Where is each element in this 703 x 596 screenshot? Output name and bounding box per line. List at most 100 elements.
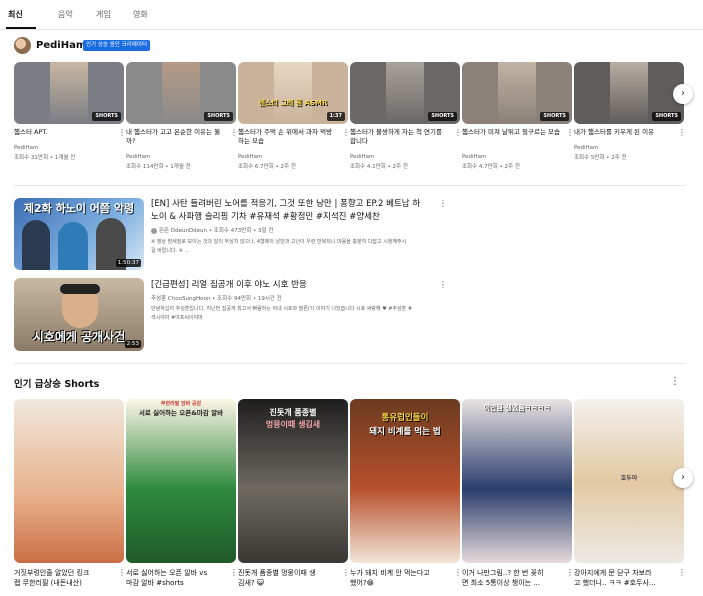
short-title[interactable]: 진돗개 품종별 멍뭉이때 생 김새? 😺	[238, 568, 338, 588]
short-meta: 조회수 114만회 • 1개월 전	[126, 164, 191, 170]
section-title: 인기 급상승 Shorts	[14, 379, 100, 390]
person-figure	[22, 220, 50, 270]
more-vert-icon[interactable]: ⋮	[230, 128, 238, 137]
short-channel[interactable]: PediHam	[462, 154, 486, 160]
thumbnail-overlay-text: 통유럽인들이	[381, 413, 429, 423]
shelf-next-button[interactable]: ›	[673, 84, 693, 104]
video-meta: 추성훈 ChooSungHoon • 조회수 94만회 • 19시간 전	[151, 296, 282, 302]
category-tabs: 최신 음악 게임 영화	[0, 0, 703, 30]
short-title[interactable]: 햄스터가 불쌍하게 자는 척 연기를 합니다	[350, 128, 450, 146]
tab-gaming[interactable]: 게임	[96, 9, 111, 20]
hamster-image	[498, 62, 536, 124]
hamster-image	[162, 62, 200, 124]
short-meta: 조회수 31만회 • 1개월 전	[14, 155, 76, 161]
short-thumbnail[interactable]	[14, 399, 124, 563]
thumbnail-overlay-text: 서로 싫어하는 오픈&마감 알바	[138, 409, 224, 417]
more-vert-icon[interactable]: ⋮	[566, 568, 574, 577]
more-vert-icon[interactable]: ⋮	[566, 128, 574, 137]
more-vert-icon[interactable]: ⋮	[454, 128, 462, 137]
more-vert-icon[interactable]: ⋮	[439, 280, 447, 289]
tab-movies[interactable]: 영화	[133, 9, 148, 20]
short-title[interactable]: 거짓부렁인줄 알았던 킹크 랩 무한리필 (내돈내산)	[14, 568, 114, 588]
short-title[interactable]: 강아지에게 문 닫구 자보라 고 했더니.. ㅋㅋ #호두사...	[574, 568, 674, 588]
short-meta: 조회수 4.1만회 • 2주 전	[350, 164, 408, 170]
thumbnail-overlay-text: 렌스터 그레 뭔 ASMR	[258, 99, 328, 107]
hamster-image	[386, 62, 424, 124]
video-title[interactable]: [긴급편성] 리얼 집공개 이후 야노 시호 반응	[151, 279, 431, 292]
short-title[interactable]: 내가 햄스터를 키우게 된 이유	[574, 128, 674, 137]
video-title[interactable]: [EN] 사탄 들려버린 노어를 적응기, 그것 또한 낭만 | 퐁향고 EP.…	[151, 198, 431, 224]
short-thumbnail[interactable]: 진돗개 품종별 멍뭉이때 생김새	[238, 399, 348, 563]
video-duration: 2:53	[124, 340, 141, 348]
short-title[interactable]: 햄스터 APT.	[14, 128, 114, 137]
short-title[interactable]: 햄스터가 주먹 손 위에서 과자 먹방하는 모습	[238, 128, 338, 146]
short-thumbnail[interactable]: 통유럽인들이 돼지 비계를 먹는 법	[350, 399, 460, 563]
shelf-next-button[interactable]: ›	[673, 468, 693, 488]
short-channel[interactable]: PediHam	[14, 145, 38, 151]
more-vert-icon[interactable]: ⋮	[678, 128, 686, 137]
shorts-badge: SHORTS	[92, 112, 121, 121]
shorts-badge: 1:37	[326, 112, 345, 121]
channel-name[interactable]: PediHam	[36, 40, 86, 51]
short-channel[interactable]: PediHam	[238, 154, 262, 160]
video-description: 안녕하십끼 추성훈입니다. 지난번 집공개 최고서 빠람하는 아내 시호와 딸른…	[151, 306, 413, 321]
hamster-image	[274, 62, 312, 124]
hamster-image	[610, 62, 648, 124]
trending-creator-badge: 인기 상승 중인 크리에이터	[83, 40, 150, 51]
tab-music[interactable]: 음악	[58, 9, 73, 20]
short-meta: 조회수 4.7만회 • 2주 전	[462, 164, 520, 170]
short-title[interactable]: 누가 돼지 비계 안 먹는다고 했어?😁	[350, 568, 450, 588]
short-meta: 조회수 5만회 • 2주 전	[574, 155, 627, 161]
more-vert-icon[interactable]: ⋮	[118, 128, 126, 137]
chevron-right-icon: ›	[681, 88, 685, 99]
active-tab-indicator	[6, 27, 36, 29]
short-thumbnail[interactable]: SHORTS	[126, 62, 236, 124]
more-vert-icon[interactable]: ⋮	[678, 568, 686, 577]
more-vert-icon[interactable]: ⋮	[670, 376, 680, 387]
short-thumbnail[interactable]: SHORTS	[462, 62, 572, 124]
more-vert-icon[interactable]: ⋮	[439, 199, 447, 208]
section-divider	[14, 363, 686, 364]
short-thumbnail[interactable]: 이만큼 쟁였음ㅋㅋㅋㅋ	[462, 399, 572, 563]
short-meta: 조회수 6.7만회 • 2주 전	[238, 164, 296, 170]
shorts-badge: SHORTS	[428, 112, 457, 121]
short-channel[interactable]: PediHam	[350, 154, 374, 160]
short-channel[interactable]: PediHam	[126, 154, 150, 160]
thumbnail-overlay-text: 진돗개 품종별	[269, 408, 317, 417]
short-title[interactable]: 이거 나만그림..? 한 번 꽂히 면 최소 5통이상 챙이는 ...	[462, 568, 562, 588]
video-thumbnail[interactable]: 시호에게 공개사건 2:53	[14, 278, 144, 351]
short-thumbnail[interactable]: 호두아	[574, 399, 684, 563]
channel-avatar[interactable]	[14, 37, 31, 54]
short-thumbnail[interactable]: 렌스터 그레 뭔 ASMR 1:37	[238, 62, 348, 124]
video-duration: 1:50:37	[115, 259, 141, 267]
video-description: ※ 영상 밤새질로 보이는 것과 달리 무심치 않으나, 4형제의 낭만과 고난…	[151, 239, 407, 254]
short-channel[interactable]: PediHam	[574, 145, 598, 151]
short-thumbnail[interactable]: SHORTS	[350, 62, 460, 124]
thumbnail-overlay-text: 호두아	[620, 475, 638, 482]
person-figure	[58, 222, 88, 270]
video-thumbnail[interactable]: 제2화 하노이 어쯤 악령 1:50:37	[14, 198, 144, 270]
thumbnail-overlay-text: 무한리필 암바 공감	[160, 401, 202, 407]
more-vert-icon[interactable]: ⋮	[454, 568, 462, 577]
short-title[interactable]: 내 햄스터가 고고 온순한 이유는 뭘까?	[126, 128, 226, 146]
more-vert-icon[interactable]: ⋮	[230, 568, 238, 577]
thumbnail-overlay-text: 제2화 하노이 어쯤 악령	[23, 202, 135, 215]
short-thumbnail[interactable]: 무한리필 암바 공감 서로 싫어하는 오픈&마감 알바	[126, 399, 236, 563]
thumbnail-overlay-text: 돼지 비계를 먹는 법	[369, 427, 441, 437]
hamster-image	[50, 62, 88, 124]
thumbnail-overlay-text: 멍뭉이때 생김새	[265, 420, 321, 429]
chevron-right-icon: ›	[681, 472, 685, 483]
short-thumbnail[interactable]: SHORTS	[574, 62, 684, 124]
more-vert-icon[interactable]: ⋮	[342, 128, 350, 137]
video-meta: 뜬뜬 DdeunDdeun • 조회수 473만회 • 3일 전	[151, 226, 273, 234]
thumbnail-overlay-text: 이만큼 쟁였음ㅋㅋㅋㅋ	[483, 404, 551, 412]
shorts-badge: SHORTS	[540, 112, 569, 121]
channel-avatar[interactable]	[151, 227, 157, 234]
more-vert-icon[interactable]: ⋮	[342, 568, 350, 577]
shorts-badge: SHORTS	[204, 112, 233, 121]
short-title[interactable]: 햄스터가 미쳐 날뛰고 뭥구르는 모습	[462, 128, 562, 137]
short-title[interactable]: 서로 싫어하는 오픈 알바 vs 마감 알바 #shorts	[126, 568, 226, 588]
more-vert-icon[interactable]: ⋮	[118, 568, 126, 577]
short-thumbnail[interactable]: SHORTS	[14, 62, 124, 124]
tab-latest[interactable]: 최신	[8, 9, 23, 20]
